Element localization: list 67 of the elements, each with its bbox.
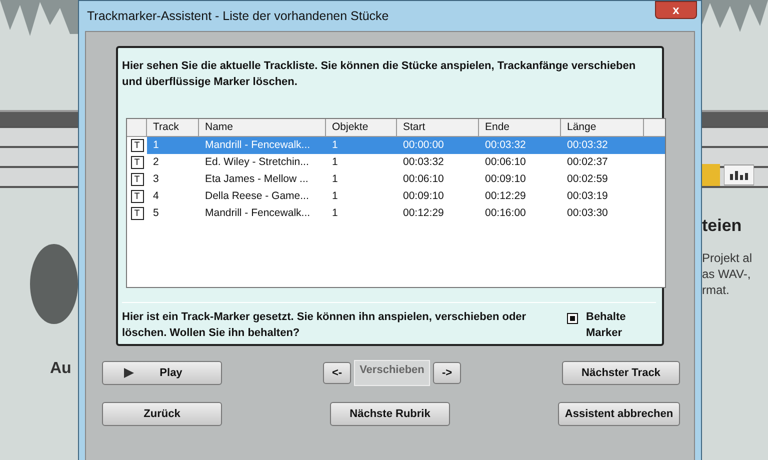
table-cell-text: 00:02:37 [566, 155, 609, 170]
table-cell-text: 00:16:00 [484, 206, 527, 221]
description-text: Projekt al [702, 250, 754, 266]
track-type-icon: T [130, 190, 144, 203]
table-cell-text: Ed. Wiley - Stretchin... [204, 155, 310, 170]
table-cell-text: Eta James - Mellow ... [204, 172, 310, 187]
table-cell-text: 00:00:00 [402, 138, 445, 153]
table-cell-text: 3 [152, 172, 160, 187]
table-cell-text: 00:12:29 [484, 189, 527, 204]
table-cell-text: 00:09:10 [484, 172, 527, 187]
table-cell-text: Mandrill - Fencewalk... [204, 138, 312, 153]
track-type-icon: T [130, 173, 144, 186]
column-header[interactable]: Ende [479, 119, 561, 136]
table-cell-text: 00:09:10 [402, 189, 445, 204]
move-label: Verschieben [354, 360, 430, 386]
table-cell-text: Della Reese - Game... [204, 189, 310, 204]
table-cell-text: 1 [331, 206, 339, 221]
track-row[interactable]: T 1 Mandrill - Fencewalk... 1 00:00:00 00:03:32 00:03:32 [127, 137, 665, 154]
track-row[interactable]: T 5 Mandrill - Fencewalk... 1 00:12:29 00:16:00 00:03:30 [127, 205, 665, 222]
table-cell-text: 00:03:19 [566, 189, 609, 204]
marker-info-text: Hier ist ein Track-Marker gesetzt. Sie können ihn anspielen, verschieben oder löschen. Wollen Sie ihn behalten? [122, 310, 528, 341]
table-cell-text: 1 [331, 172, 339, 187]
move-left-button[interactable]: <- [323, 362, 351, 384]
table-cell-text: 1 [331, 155, 339, 170]
section-label: Au [50, 360, 72, 378]
next-track-button[interactable]: Nächster Track [562, 361, 680, 385]
table-cell-text: 00:03:32 [566, 138, 609, 153]
table-cell-text: 5 [152, 206, 160, 221]
table-cell-text: 00:03:32 [402, 155, 445, 170]
keep-marker-checkbox[interactable] [567, 313, 578, 324]
track-row[interactable]: T 2 Ed. Wiley - Stretchin... 1 00:03:32 00:06:10 00:02:37 [127, 154, 665, 171]
table-cell-text: 00:12:29 [402, 206, 445, 221]
table-cell-text: 00:06:10 [484, 155, 527, 170]
table-cell-text: 4 [152, 189, 160, 204]
track-row[interactable]: T 4 Della Reese - Game... 1 00:09:10 00:12:29 00:03:19 [127, 188, 665, 205]
move-right-button[interactable]: -> [433, 362, 461, 384]
table-cell-text: 00:02:59 [566, 172, 609, 187]
play-button[interactable]: Play [102, 361, 222, 385]
track-type-icon: T [130, 207, 144, 220]
table-cell-text: Mandrill - Fencewalk... [204, 206, 312, 221]
track-type-icon: T [130, 156, 144, 169]
table-cell-text: 1 [152, 138, 160, 153]
window-title: Trackmarker-Assistent - Liste der vorhandenen Stücke [87, 9, 389, 23]
next-section-button[interactable]: Nächste Rubrik [330, 402, 450, 426]
equalizer-icon[interactable] [724, 164, 754, 186]
track-row[interactable]: T 3 Eta James - Mellow ... 1 00:06:10 00:09:10 00:02:59 [127, 171, 665, 188]
table-cell-text: 00:03:32 [484, 138, 527, 153]
table-cell-text: 00:06:10 [402, 172, 445, 187]
column-header[interactable]: Track [147, 119, 199, 136]
section-heading: teien [702, 216, 743, 236]
track-type-icon: T [130, 139, 144, 152]
table-cell-text: 1 [331, 189, 339, 204]
table-cell-text: 00:03:30 [566, 206, 609, 221]
description-text: rmat. [702, 282, 730, 298]
close-button[interactable]: x [655, 1, 697, 19]
cancel-button[interactable]: Assistent abbrechen [558, 402, 680, 426]
back-button[interactable]: Zurück [102, 402, 222, 426]
column-header[interactable]: Objekte [326, 119, 397, 136]
checkbox-label: Behalte Marker [586, 310, 627, 341]
intro-text: Hier sehen Sie die aktuelle Trackliste. Sie können die Stücke anspielen, Trackanfänge verschieben und überflüssige Marker löschen. [122, 59, 637, 90]
play-icon [124, 368, 134, 378]
description-text: as WAV-, [702, 266, 752, 282]
column-header[interactable]: Länge [561, 119, 644, 136]
table-cell-text: 1 [331, 138, 339, 153]
column-header[interactable]: Name [199, 119, 326, 136]
column-header[interactable]: Start [397, 119, 479, 136]
table-cell-text: 2 [152, 155, 160, 170]
